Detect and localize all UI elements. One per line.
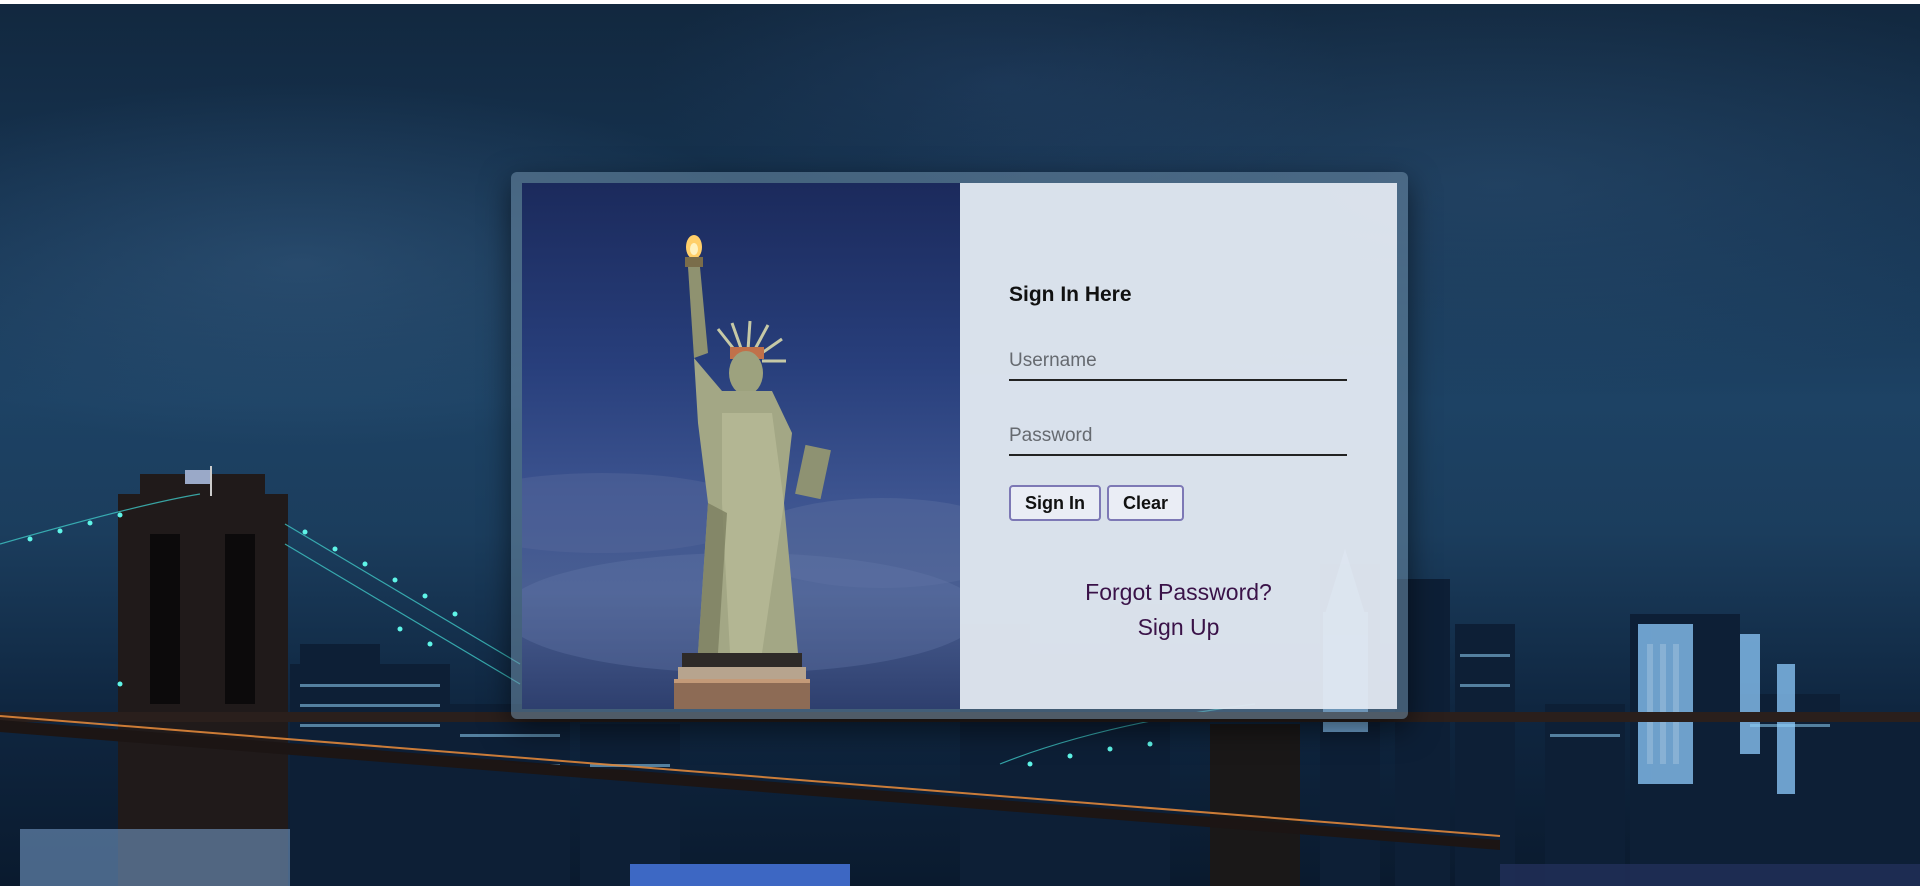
statue-of-liberty-photo xyxy=(522,183,960,709)
login-card: Sign In Here Sign In Clear Forgot Passwo… xyxy=(511,172,1408,719)
forgot-password-link[interactable]: Forgot Password? xyxy=(960,579,1397,606)
clear-button[interactable]: Clear xyxy=(1107,485,1185,521)
sign-in-button[interactable]: Sign In xyxy=(1009,485,1101,521)
username-input[interactable] xyxy=(1009,343,1347,381)
form-actions: Sign In Clear xyxy=(1009,485,1185,521)
form-title: Sign In Here xyxy=(1009,283,1132,306)
statue-illustration xyxy=(522,235,960,709)
sign-up-link[interactable]: Sign Up xyxy=(960,614,1397,641)
password-input[interactable] xyxy=(1009,418,1347,456)
login-card-inner: Sign In Here Sign In Clear Forgot Passwo… xyxy=(522,183,1397,709)
sign-in-form: Sign In Here Sign In Clear Forgot Passwo… xyxy=(960,183,1397,709)
